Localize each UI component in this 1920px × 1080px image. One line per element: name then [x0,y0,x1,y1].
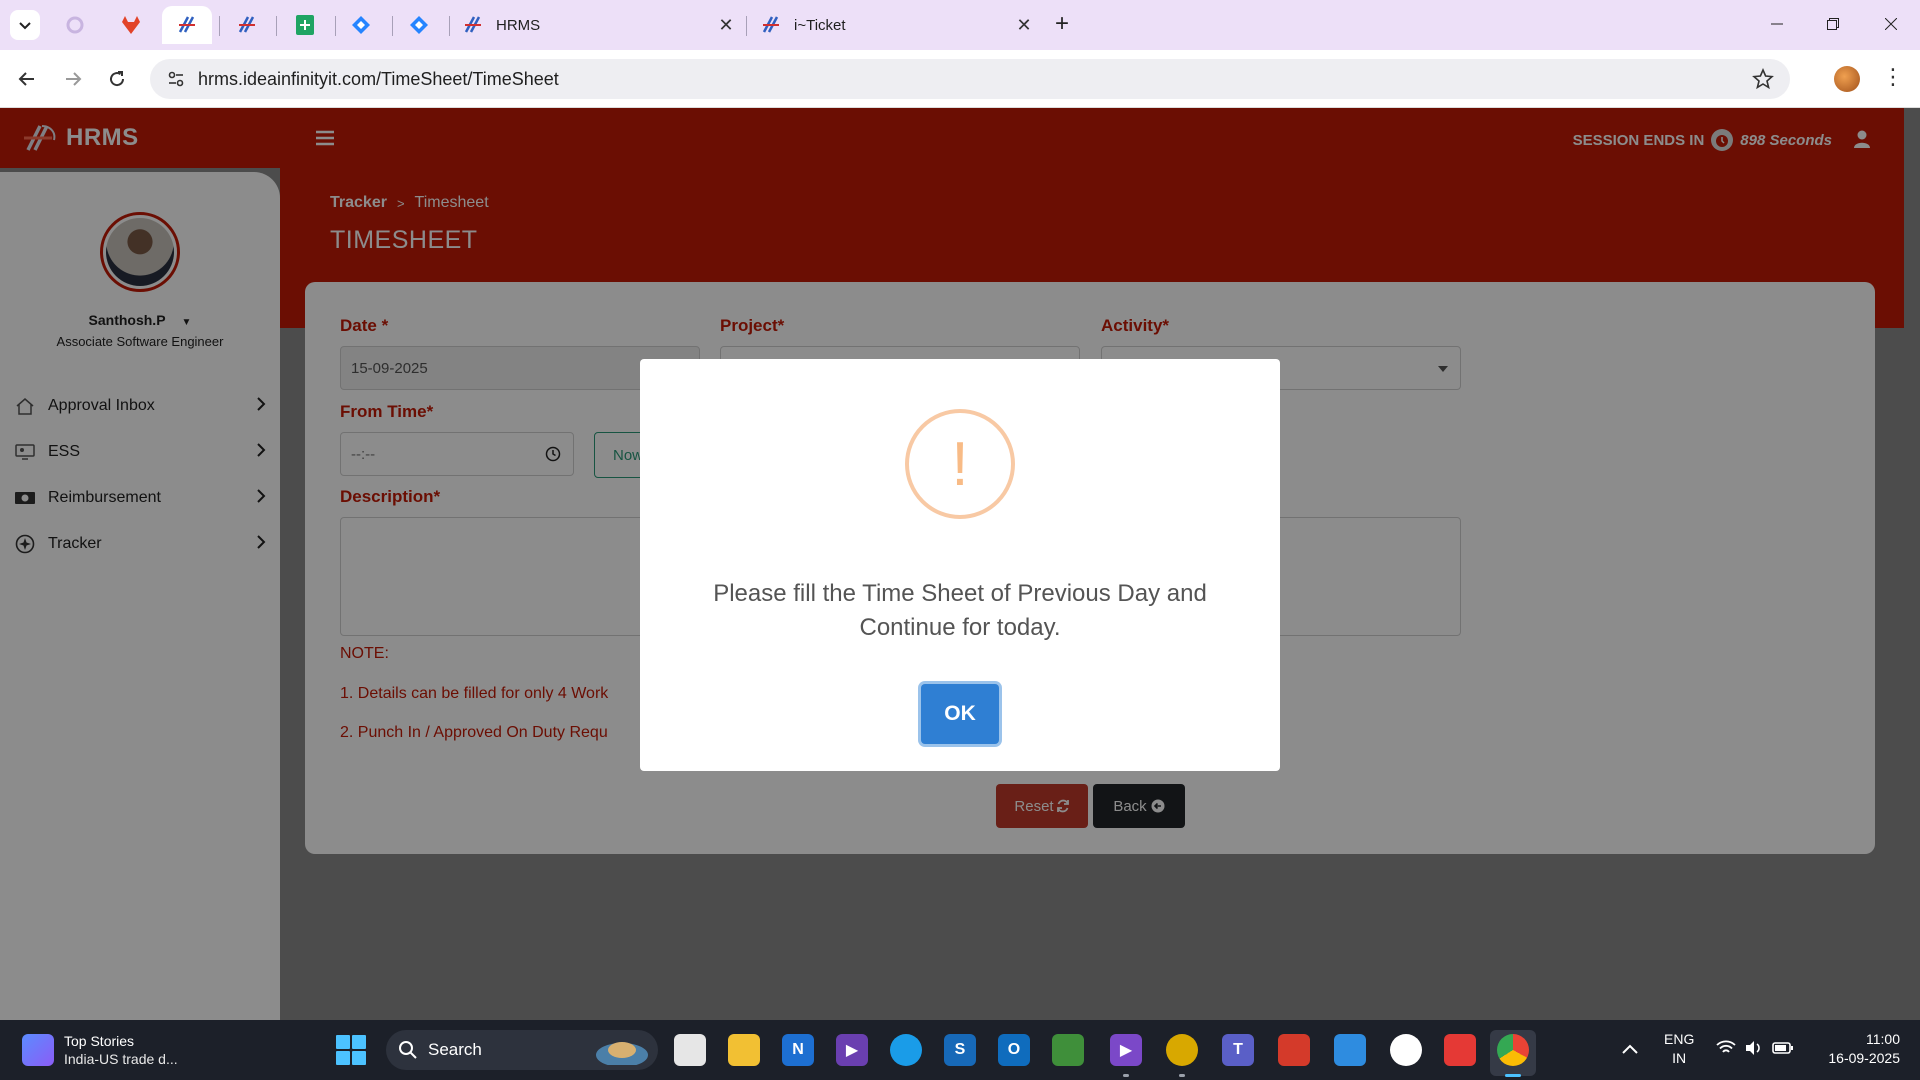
tray-chevron-up-icon[interactable] [1622,1040,1638,1059]
url-text: hrms.ideainfinityit.com/TimeSheet/TimeSh… [198,68,559,89]
hrms-logo-icon [238,16,255,33]
back-nav-button[interactable] [14,66,40,92]
windows-taskbar: Top Stories India-US trade d... Search N… [0,1020,1920,1080]
tab-hrms[interactable]: HRMS ✕ [462,6,736,44]
restore-icon [1827,18,1839,30]
tab-title: HRMS [496,16,541,34]
chrome-icon[interactable] [1497,1034,1529,1066]
outlook-icon[interactable]: O [998,1034,1030,1066]
arrow-right-icon [66,72,82,86]
close-icon[interactable]: ✕ [716,15,736,36]
task-view-icon[interactable] [674,1034,706,1066]
bookmark-star-icon[interactable] [1752,67,1774,95]
start-button[interactable] [336,1035,366,1065]
tab-iticket[interactable]: i~Ticket ✕ [760,6,1034,44]
jira-icon [352,16,370,34]
visual-studio-icon[interactable]: ▶ [836,1034,868,1066]
browser-profile-avatar[interactable] [1834,66,1860,92]
close-window-button[interactable] [1868,8,1914,40]
gitlab-icon [122,16,140,34]
teams-icon[interactable]: T [1222,1034,1254,1066]
search-highlight-icon [596,1042,648,1065]
file-explorer-icon[interactable] [728,1034,760,1066]
close-icon [1885,18,1897,30]
browser-tab-bar: HRMS ✕ i~Ticket ✕ + [0,0,1920,50]
minimize-button[interactable] [1754,8,1800,40]
edge-icon[interactable] [890,1034,922,1066]
arrow-left-icon [18,72,34,86]
pinned-tab-hrms-2[interactable] [222,6,272,44]
clock-date: 16-09-2025 [1828,1050,1900,1066]
wifi-icon [1716,1040,1736,1053]
alert-dialog: ! Please fill the Time Sheet of Previous… [640,359,1280,771]
browser-menu-icon[interactable]: ⋮ [1882,64,1904,90]
pinned-tab-jira-1[interactable] [336,6,386,44]
search-label: Search [428,1040,482,1059]
region-label: IN [1672,1050,1687,1066]
system-tray-icons[interactable] [1716,1040,1794,1056]
news-title: Top Stories [64,1033,135,1049]
search-icon [399,1041,417,1059]
tab-search-button[interactable] [10,10,40,40]
nx-icon[interactable]: N [782,1034,814,1066]
pinned-tab-gear[interactable] [50,6,100,44]
volume-icon [1746,1041,1760,1055]
forward-nav-button[interactable] [60,66,86,92]
pinned-tab-hrms-active[interactable] [162,6,212,44]
antivirus-icon[interactable] [1278,1034,1310,1066]
pinned-tab-sheets[interactable] [280,6,330,44]
warning-glyph: ! [951,429,969,499]
news-icon [22,1034,54,1066]
clock-time: 11:00 [1866,1031,1900,1047]
language-indicator[interactable]: ENG IN [1664,1030,1694,1068]
clock[interactable]: 11:00 16-09-2025 [1812,1030,1900,1068]
url-bar[interactable]: hrms.ideainfinityit.com/TimeSheet/TimeSh… [150,59,1790,99]
new-tab-button[interactable]: + [1055,10,1069,38]
notepad-plus-icon[interactable] [1052,1034,1084,1066]
minimize-icon [1771,23,1783,25]
dbeaver-icon[interactable] [1166,1034,1198,1066]
sheets-icon [296,15,314,35]
gear-icon [66,16,84,34]
hrms-logo-icon [762,16,779,33]
pinned-tab-gitlab[interactable] [106,6,156,44]
restore-button[interactable] [1810,8,1856,40]
warning-icon: ! [905,409,1015,519]
close-icon[interactable]: ✕ [1014,15,1034,36]
battery-icon [1772,1042,1793,1054]
language-label: ENG [1664,1031,1695,1047]
pinned-tab-jira-2[interactable] [394,6,444,44]
jira-icon [410,16,428,34]
notepad-icon[interactable] [1334,1034,1366,1066]
taskbar-search[interactable]: Search [386,1030,658,1070]
address-bar-row: hrms.ideainfinityit.com/TimeSheet/TimeSh… [0,50,1920,108]
s-app-icon[interactable]: S [944,1034,976,1066]
reload-icon [110,71,125,87]
ok-button[interactable]: OK [921,684,999,744]
alert-message: Please fill the Time Sheet of Previous D… [713,580,1207,641]
anydesk-icon[interactable] [1444,1034,1476,1066]
hrms-logo-icon [178,16,195,33]
vs-code-icon[interactable]: ▶ [1110,1034,1142,1066]
reload-button[interactable] [104,66,130,92]
hrms-logo-icon [464,16,481,33]
chevron-down-icon [19,22,31,30]
tab-title: i~Ticket [794,16,846,34]
key-app-icon[interactable] [1390,1034,1422,1066]
site-info-icon[interactable] [156,70,196,88]
news-widget[interactable]: Top Stories India-US trade d... [22,1032,178,1068]
news-subtitle: India-US trade d... [64,1051,178,1067]
